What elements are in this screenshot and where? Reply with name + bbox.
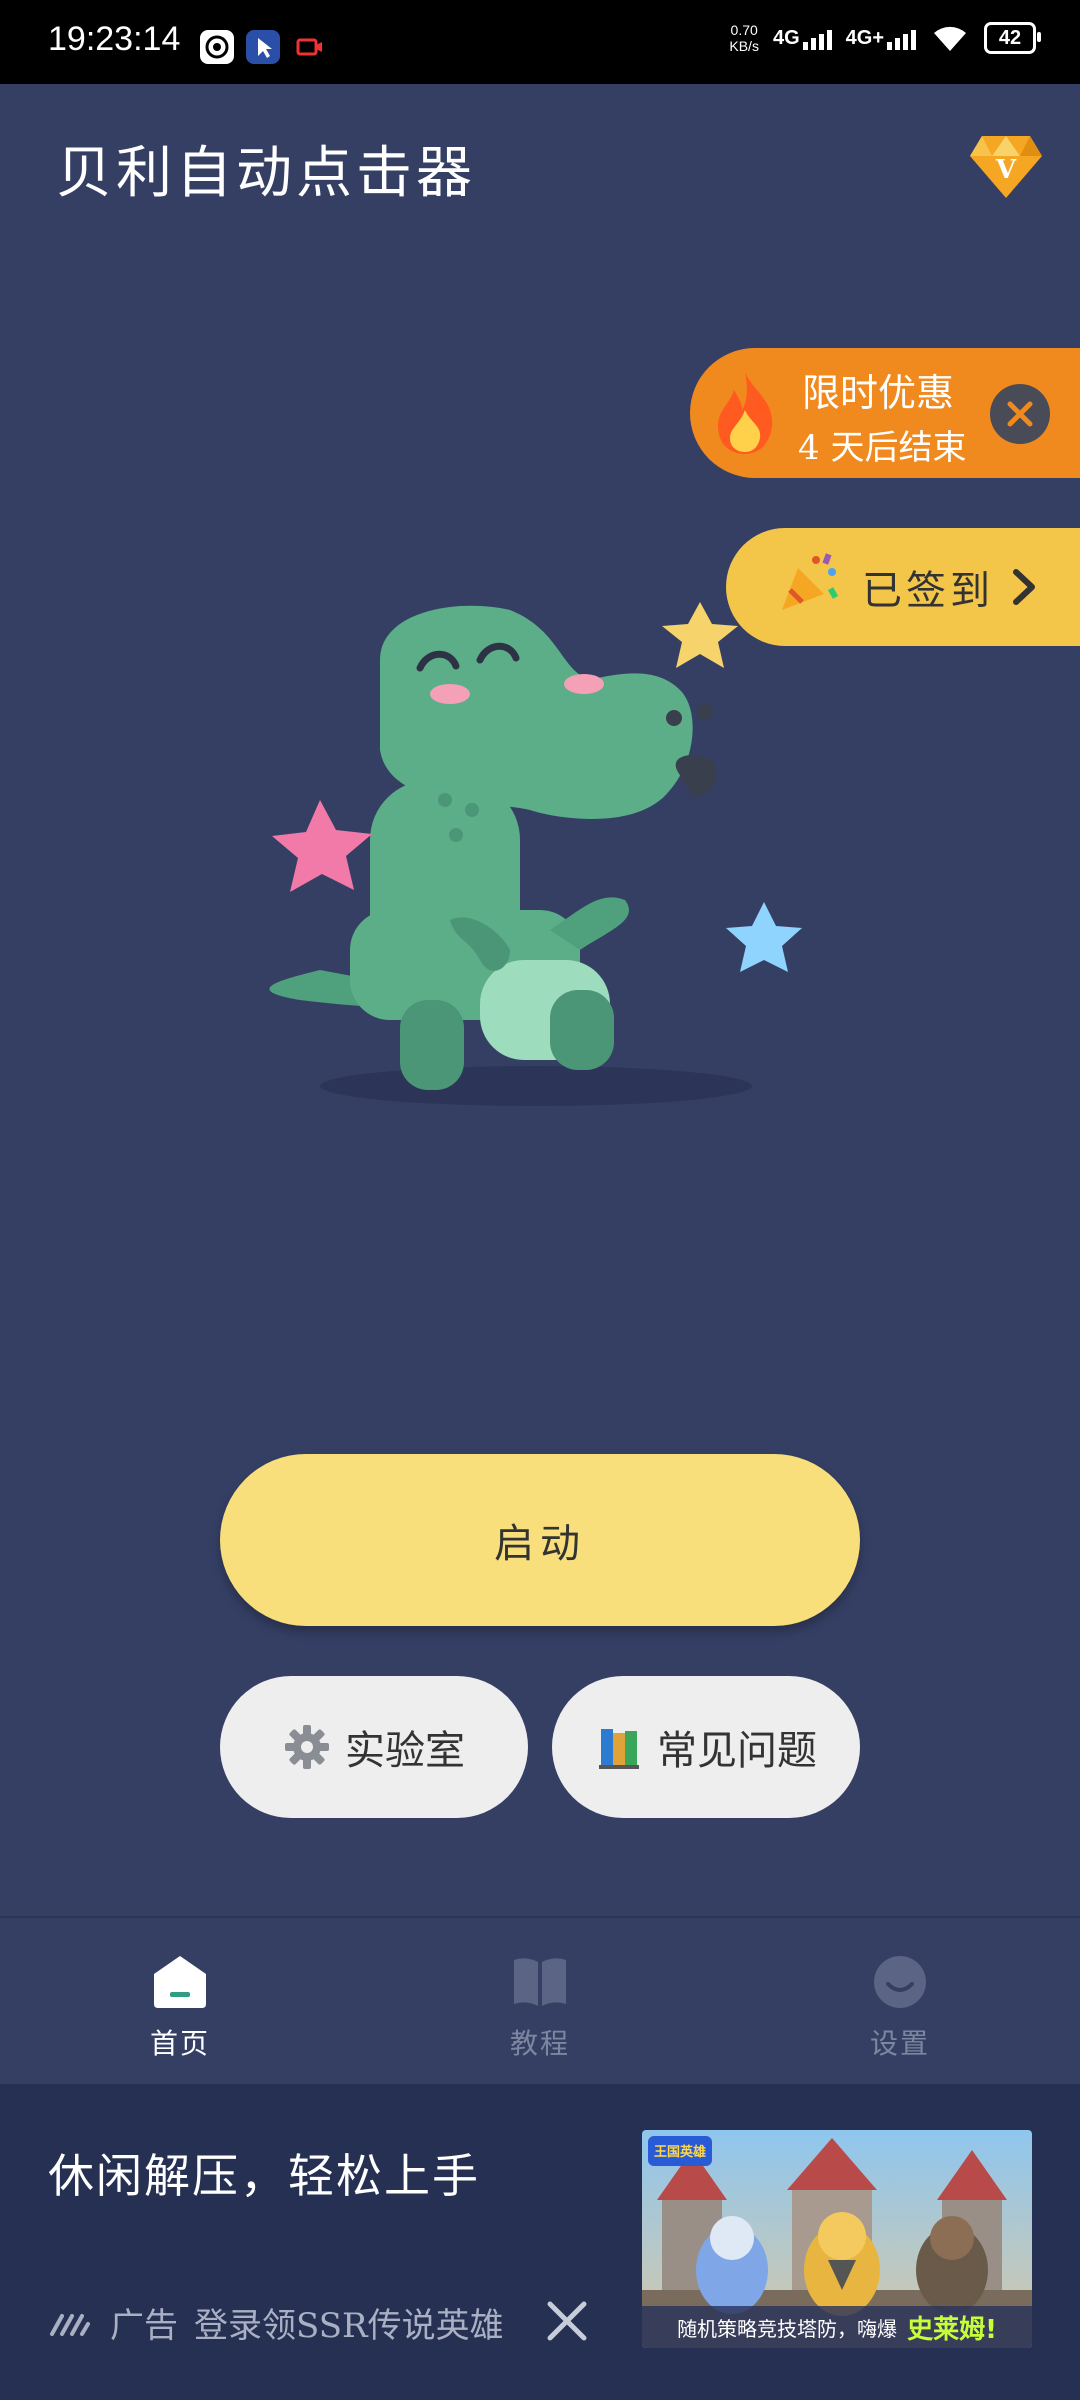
party-popper-icon: [782, 553, 839, 610]
bottom-nav: 首页 教程 设置: [0, 1916, 1080, 2086]
ad-image-highlight: 史莱姆!: [907, 2314, 997, 2345]
close-icon: [1007, 401, 1033, 427]
nav-label-settings: 设置: [869, 2027, 930, 2060]
network-speed: 0.70 KB/s: [729, 22, 759, 54]
limited-offer-banner[interactable]: 限时优惠 4 天后结束: [690, 348, 1080, 478]
signal-4g-plus: 4G+: [846, 27, 916, 50]
ad-headline: 休闲解压，轻松上手: [48, 2149, 480, 2203]
vip-diamond-icon[interactable]: V: [968, 132, 1044, 202]
chevron-right-icon: [1013, 569, 1035, 605]
status-bar: 19:23:14 0.70 KB/s 4G 4G+ 42: [0, 0, 1080, 84]
ad-tag: 广告: [110, 2306, 178, 2346]
ad-close-icon[interactable]: [544, 2298, 590, 2344]
ad-image[interactable]: 王国英雄 随机策略竞技塔防，嗨爆 史莱姆!: [642, 2130, 1032, 2348]
nav-item-settings[interactable]: 设置: [820, 1954, 980, 2062]
ad-banner[interactable]: 休闲解压，轻松上手 广告 登录领SSR传说英雄 王国英雄 随机策略竞技塔防，嗨爆…: [0, 2084, 1080, 2400]
book-icon: [514, 1958, 566, 2006]
lab-button[interactable]: 实验室: [220, 1676, 528, 1818]
start-button[interactable]: 启动: [220, 1454, 860, 1626]
close-offer-button[interactable]: [990, 384, 1050, 444]
checked-in-banner[interactable]: 已签到: [726, 528, 1080, 646]
ad-network-icon: [50, 2313, 90, 2336]
fire-icon: [718, 372, 773, 454]
faq-button[interactable]: 常见问题: [552, 1676, 860, 1818]
lab-label: 实验室: [345, 1728, 465, 1774]
dinosaur-illustration: [269, 602, 802, 1106]
home-icon: [154, 1956, 206, 2008]
ad-description: 登录领SSR传说英雄: [194, 2306, 504, 2346]
nav-item-tutorial[interactable]: 教程: [460, 1954, 620, 2062]
offer-title: 限时优惠: [802, 371, 955, 415]
app-notification-icon: [200, 30, 234, 64]
ad-image-caption: 随机策略竞技塔防，嗨爆: [677, 2316, 898, 2341]
record-notification-icon: [292, 30, 326, 64]
wifi-icon: [934, 26, 966, 51]
offer-countdown: 4 天后结束: [798, 428, 967, 468]
svg-text:V: V: [995, 155, 1017, 185]
gear-icon: [285, 1725, 329, 1769]
ad-game-logo: 王国英雄: [654, 2144, 706, 2160]
battery-indicator: 42: [984, 22, 1041, 54]
books-icon: [599, 1729, 639, 1769]
app-title: 贝利自动点击器: [56, 141, 476, 206]
nav-label-home: 首页: [149, 2027, 210, 2060]
clicker-notification-icon: [246, 30, 280, 64]
signal-4g: 4G: [773, 27, 832, 50]
nav-label-tutorial: 教程: [509, 2027, 570, 2060]
clock: 19:23:14: [48, 20, 181, 58]
faq-label: 常见问题: [657, 1728, 817, 1774]
checked-in-label: 已签到: [862, 568, 994, 614]
nav-item-home[interactable]: 首页: [100, 1954, 260, 2062]
smile-icon: [874, 1956, 926, 2008]
